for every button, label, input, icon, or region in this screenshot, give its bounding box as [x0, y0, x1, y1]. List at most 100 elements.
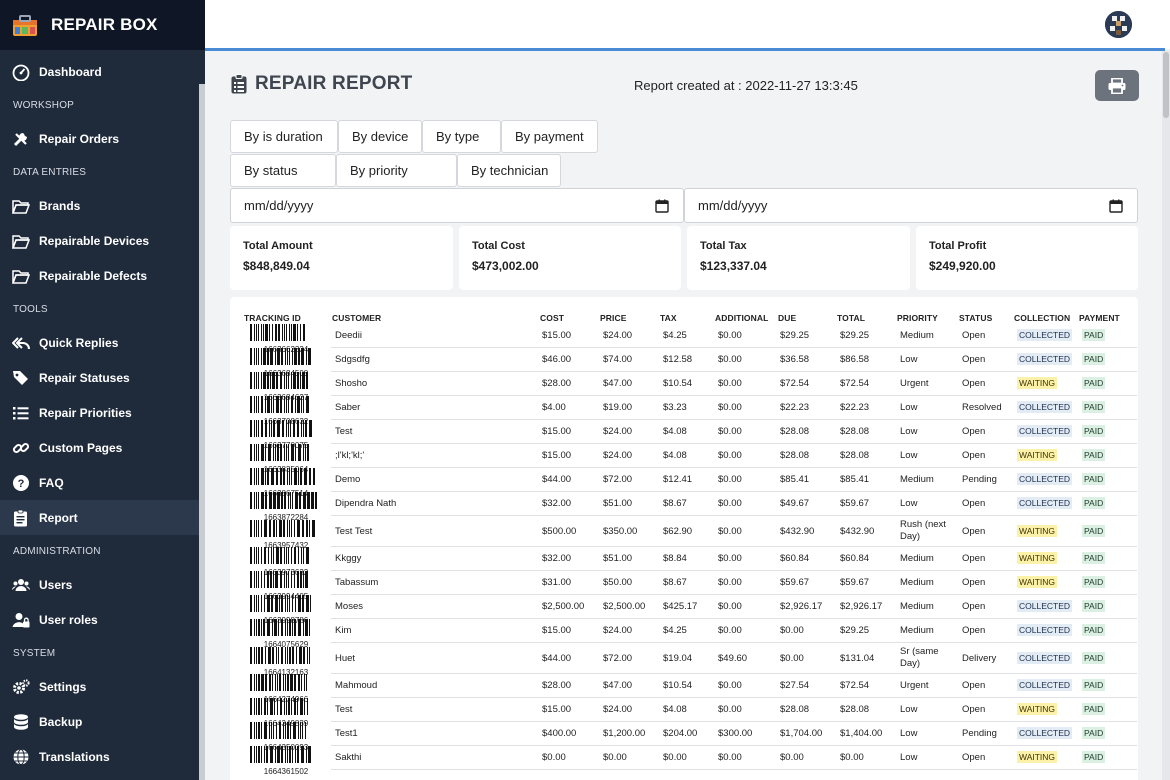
- sidebar-item-user-roles[interactable]: User roles: [0, 602, 205, 637]
- th-additional[interactable]: ADDITIONAL: [715, 313, 768, 323]
- th-status[interactable]: STATUS: [959, 313, 992, 323]
- table-row[interactable]: 1663662334Deedii$15.00$24.00$4.25$0.00$2…: [243, 324, 1137, 354]
- th-cost[interactable]: COST: [540, 313, 564, 323]
- payment-badge: PAID: [1082, 600, 1106, 612]
- topbar: [205, 0, 1170, 49]
- collection-badge: WAITING: [1017, 751, 1058, 763]
- calendar-icon: [1109, 199, 1123, 213]
- table-row[interactable]: 1663957432 Test Test $500.00 $350.00 $62.90 $…: [243, 516, 1137, 550]
- cell-priority: Low: [900, 450, 918, 461]
- th-payment[interactable]: PAYMENT: [1079, 313, 1120, 323]
- cell-customer: Saber: [335, 402, 361, 413]
- tools-icon: [13, 132, 27, 146]
- stat-value: $848,849.04: [243, 259, 310, 273]
- table-row[interactable]: 1663684508Sdgsdfg$46.00$74.00$12.58$0.00…: [243, 348, 1137, 378]
- table-row[interactable]: 1663998786Moses$2,500.00$2,500.00$425.17…: [243, 595, 1137, 625]
- sidebar-item-settings[interactable]: Settings: [0, 669, 205, 704]
- sidebar-item-users[interactable]: Users: [0, 567, 205, 602]
- collection-badge: COLLECTED: [1017, 401, 1073, 413]
- table-row[interactable]: 1664132163 Huet $44.00 $72.00 $19.04 $49.60 $0…: [243, 643, 1137, 677]
- cell-due: $0.00: [780, 625, 804, 636]
- th-price[interactable]: PRICE: [600, 313, 626, 323]
- th-priority[interactable]: PRIORITY: [897, 313, 938, 323]
- date-to-input[interactable]: mm/dd/yyyy: [684, 188, 1138, 223]
- th-collection[interactable]: COLLECTION: [1014, 313, 1070, 323]
- table-row[interactable]: 1663835064 ;l'kl;'kl;' $15.00 $24.00 $4.08 $0…: [243, 444, 1137, 474]
- sidebar-item-custom-pages[interactable]: Custom Pages: [0, 430, 205, 465]
- table-row[interactable]: 1664361502 Sakthi $0.00 $0.00 $0.00 $0.00 $0.0…: [243, 746, 1137, 776]
- table-row[interactable]: 1664274966Mahmoud$28.00$47.00$10.54$0.00…: [243, 674, 1137, 704]
- filter-device-button[interactable]: By device: [338, 120, 422, 153]
- cell-additional: $0.00: [718, 526, 742, 537]
- table-row[interactable]: 1663708632Saber$4.00$19.00$3.23$0.00$22.…: [243, 396, 1137, 426]
- sidebar-section-label: TOOLS: [13, 303, 48, 315]
- cell-price: $24.00: [603, 625, 633, 636]
- table-row[interactable]: 1663994405Tabassum$31.00$50.00$8.67$0.00…: [243, 571, 1137, 601]
- collection-badge: WAITING: [1017, 449, 1058, 461]
- print-button[interactable]: [1095, 70, 1139, 101]
- filter-priority-button[interactable]: By priority: [336, 154, 457, 187]
- page-scrollbar-track[interactable]: [1162, 51, 1170, 780]
- sidebar-item-repair-priorities[interactable]: Repair Priorities: [0, 395, 205, 430]
- cell-cost: $28.00: [542, 378, 572, 389]
- table-row[interactable]: 1663867514Demo$44.00$72.00$12.41$0.00$85…: [243, 468, 1137, 498]
- date-from-input[interactable]: mm/dd/yyyy: [230, 188, 684, 223]
- sidebar-item-backup[interactable]: Backup: [0, 704, 205, 739]
- user-avatar[interactable]: [1105, 11, 1132, 38]
- barcode-icon: [250, 444, 309, 461]
- sidebar-item-brands[interactable]: Brands: [0, 188, 205, 223]
- cell-cost: $2,500.00: [542, 601, 585, 612]
- table-row[interactable]: 1664350093Test1$400.00$1,200.00$204.00$3…: [243, 722, 1137, 752]
- sidebar-item-repair-orders[interactable]: Repair Orders: [0, 121, 205, 156]
- cell-priority: Low: [900, 704, 918, 715]
- sidebar-item-quick-replies[interactable]: Quick Replies: [0, 325, 205, 360]
- cell-priority: Medium: [900, 577, 934, 588]
- filter-technician-button[interactable]: By technician: [457, 154, 561, 187]
- filter-duration-button[interactable]: By is duration: [230, 120, 338, 153]
- sidebar-item-faq[interactable]: ? FAQ: [0, 465, 205, 500]
- table-row[interactable]: 1664349839Test$15.00$24.00$4.08$0.00$28.…: [243, 698, 1137, 728]
- sidebar-item-translations[interactable]: Translations: [0, 739, 205, 774]
- link-icon: [12, 442, 30, 453]
- sidebar-item-repairable-devices[interactable]: Repairable Devices: [0, 223, 205, 258]
- cell-status: Open: [962, 450, 986, 461]
- cell-cost: $15.00: [542, 450, 572, 461]
- question-circle-icon: ?: [13, 474, 29, 491]
- payment-badge: PAID: [1082, 473, 1106, 485]
- cell-due: $28.08: [780, 426, 810, 437]
- table-row[interactable]: 1663770075Test$15.00$24.00$4.08$0.00$28.…: [243, 420, 1137, 450]
- table-row[interactable]: 1663684627Shosho$28.00$47.00$10.54$0.00$…: [243, 372, 1137, 402]
- cell-tax: $12.58: [663, 354, 693, 365]
- table-row[interactable]: 1663872284 Dipendra Nath $32.00 $51.00 $8.67…: [243, 492, 1137, 522]
- sidebar-item-report[interactable]: Report: [0, 500, 205, 535]
- sidebar-item-dashboard[interactable]: Dashboard: [0, 54, 205, 89]
- th-customer[interactable]: CUSTOMER: [332, 313, 381, 323]
- cell-price: $19.00: [603, 402, 633, 413]
- payment-badge: PAID: [1082, 652, 1106, 664]
- cell-status: Open: [962, 680, 986, 691]
- brand[interactable]: REPAIR BOX: [0, 0, 205, 50]
- filter-type-button[interactable]: By type: [422, 120, 501, 153]
- sidebar-item-repair-statuses[interactable]: Repair Statuses: [0, 360, 205, 395]
- cell-total: $72.54: [840, 378, 870, 389]
- cell-priority: Medium: [900, 330, 934, 341]
- cell-customer: Mahmoud: [335, 680, 378, 691]
- page-scrollbar-thumb[interactable]: [1163, 52, 1169, 118]
- payment-badge: PAID: [1082, 353, 1106, 365]
- cell-due: $432.90: [780, 526, 815, 537]
- barcode-icon: [250, 722, 306, 739]
- filter-payment-button[interactable]: By payment: [501, 120, 598, 153]
- table-row[interactable]: 1663973632Kkggy$32.00$51.00$8.84$0.00$60…: [243, 547, 1137, 577]
- th-due[interactable]: DUE: [778, 313, 796, 323]
- th-total[interactable]: TOTAL: [837, 313, 865, 323]
- th-tracking-id[interactable]: TRACKING ID: [244, 313, 301, 323]
- cell-total: $22.23: [840, 402, 870, 413]
- filter-status-button[interactable]: By status: [230, 154, 336, 187]
- cell-price: $24.00: [603, 704, 633, 715]
- table-row[interactable]: 1664075629 Kim $15.00 $24.00 $4.25 $0.00 $0.00…: [243, 619, 1137, 649]
- cell-cost: $15.00: [542, 704, 572, 715]
- sidebar-item-repairable-defects[interactable]: Repairable Defects: [0, 258, 205, 293]
- cell-priority: Medium: [900, 601, 934, 612]
- sidebar-section-label: SYSTEM: [13, 647, 56, 659]
- th-tax[interactable]: TAX: [660, 313, 677, 323]
